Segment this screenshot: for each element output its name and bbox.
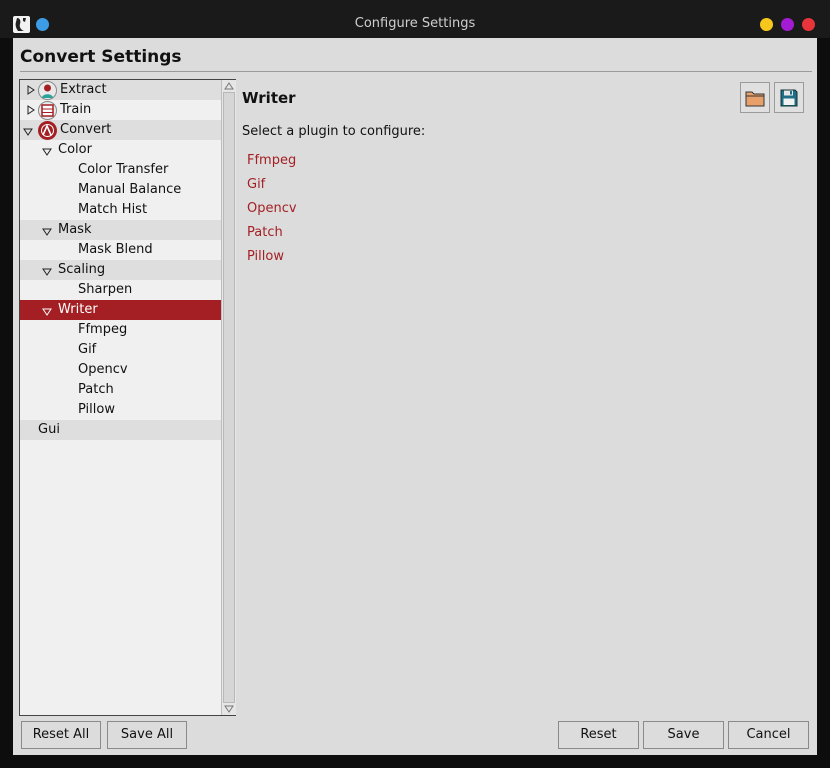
tree-item-label: Color Transfer — [78, 162, 169, 177]
collapse-arrow-icon[interactable] — [42, 147, 52, 157]
plugin-link-ffmpeg[interactable]: Ffmpeg — [247, 153, 296, 168]
reset-all-button[interactable]: Reset All — [21, 721, 101, 749]
tree-item-train[interactable]: Train — [20, 100, 221, 120]
tree-item-manual-balance[interactable]: Manual Balance — [20, 180, 221, 200]
tree-item-sharpen[interactable]: Sharpen — [20, 280, 221, 300]
collapse-arrow-icon[interactable] — [42, 307, 52, 317]
close-button[interactable] — [802, 18, 815, 31]
tree-item-label: Gif — [78, 342, 97, 357]
tree-item-patch[interactable]: Patch — [20, 380, 221, 400]
expand-arrow-icon[interactable] — [26, 85, 36, 95]
scroll-up-icon[interactable] — [224, 82, 234, 90]
tree-item-match-hist[interactable]: Match Hist — [20, 200, 221, 220]
folder-open-icon — [745, 91, 765, 106]
tree-item-label: Pillow — [78, 402, 115, 417]
tree-item-label: Sharpen — [78, 282, 133, 297]
floppy-disk-icon — [780, 89, 798, 106]
train-icon — [38, 101, 57, 120]
plugin-link-opencv[interactable]: Opencv — [247, 201, 297, 216]
tree-item-convert[interactable]: Convert — [20, 120, 221, 140]
page-title: Convert Settings — [20, 47, 182, 67]
tree-item-label: Match Hist — [78, 202, 148, 217]
reset-button[interactable]: Reset — [558, 721, 639, 749]
collapse-arrow-icon[interactable] — [42, 227, 52, 237]
window-title: Configure Settings — [354, 16, 476, 31]
tree-item-label: Mask Blend — [78, 242, 153, 257]
save-config-button[interactable] — [774, 82, 804, 113]
convert-icon — [38, 121, 57, 140]
plugin-link-patch[interactable]: Patch — [247, 225, 283, 240]
settings-tree[interactable]: Extract Train Convert Color Color Transf… — [20, 80, 221, 715]
panel-title: Writer — [242, 89, 296, 107]
tree-item-opencv[interactable]: Opencv — [20, 360, 221, 380]
tree-item-pillow[interactable]: Pillow — [20, 400, 221, 420]
plugin-link-pillow[interactable]: Pillow — [247, 249, 284, 264]
tree-item-label: Opencv — [78, 362, 128, 377]
tree-item-label: Manual Balance — [78, 182, 182, 197]
tree-item-gif[interactable]: Gif — [20, 340, 221, 360]
tree-item-mask[interactable]: Mask — [20, 220, 221, 240]
tree-item-label: Color — [58, 142, 92, 157]
title-separator — [20, 71, 812, 72]
scrollbar-thumb[interactable] — [223, 92, 235, 703]
tree-item-label: Extract — [60, 82, 107, 97]
tree-item-scaling[interactable]: Scaling — [20, 260, 221, 280]
tree-item-extract[interactable]: Extract — [20, 80, 221, 100]
extract-icon — [38, 81, 57, 100]
collapse-arrow-icon[interactable] — [23, 127, 33, 137]
tree-item-label: Scaling — [58, 262, 106, 277]
tree-item-color[interactable]: Color — [20, 140, 221, 160]
expand-arrow-icon[interactable] — [26, 105, 36, 115]
scroll-down-icon[interactable] — [224, 705, 234, 713]
tree-item-label: Gui — [38, 422, 60, 437]
cancel-button[interactable]: Cancel — [728, 721, 809, 749]
plugin-link-gif[interactable]: Gif — [247, 177, 265, 192]
maximize-button[interactable] — [781, 18, 794, 31]
tree-item-label: Writer — [58, 302, 98, 317]
collapse-arrow-icon[interactable] — [42, 267, 52, 277]
tree-item-label: Mask — [58, 222, 92, 237]
plugin-hint: Select a plugin to configure: — [242, 124, 426, 139]
load-config-button[interactable] — [740, 82, 770, 113]
save-button[interactable]: Save — [643, 721, 724, 749]
tree-item-label: Train — [60, 102, 92, 117]
settings-window: Convert Settings Extract Train Convert C… — [13, 38, 817, 755]
tree-item-label: Convert — [60, 122, 112, 137]
tree-scrollbar[interactable] — [221, 80, 236, 715]
tree-item-label: Ffmpeg — [78, 322, 128, 337]
save-all-button[interactable]: Save All — [107, 721, 187, 749]
tree-item-label: Patch — [78, 382, 114, 397]
tree-item-color-transfer[interactable]: Color Transfer — [20, 160, 221, 180]
tree-item-writer[interactable]: Writer — [20, 300, 221, 320]
tree-item-mask-blend[interactable]: Mask Blend — [20, 240, 221, 260]
title-bar: Configure Settings — [0, 0, 830, 38]
tree-item-ffmpeg[interactable]: Ffmpeg — [20, 320, 221, 340]
minimize-button[interactable] — [760, 18, 773, 31]
tree-item-gui[interactable]: Gui — [20, 420, 221, 440]
settings-tree-panel: Extract Train Convert Color Color Transf… — [19, 79, 236, 716]
